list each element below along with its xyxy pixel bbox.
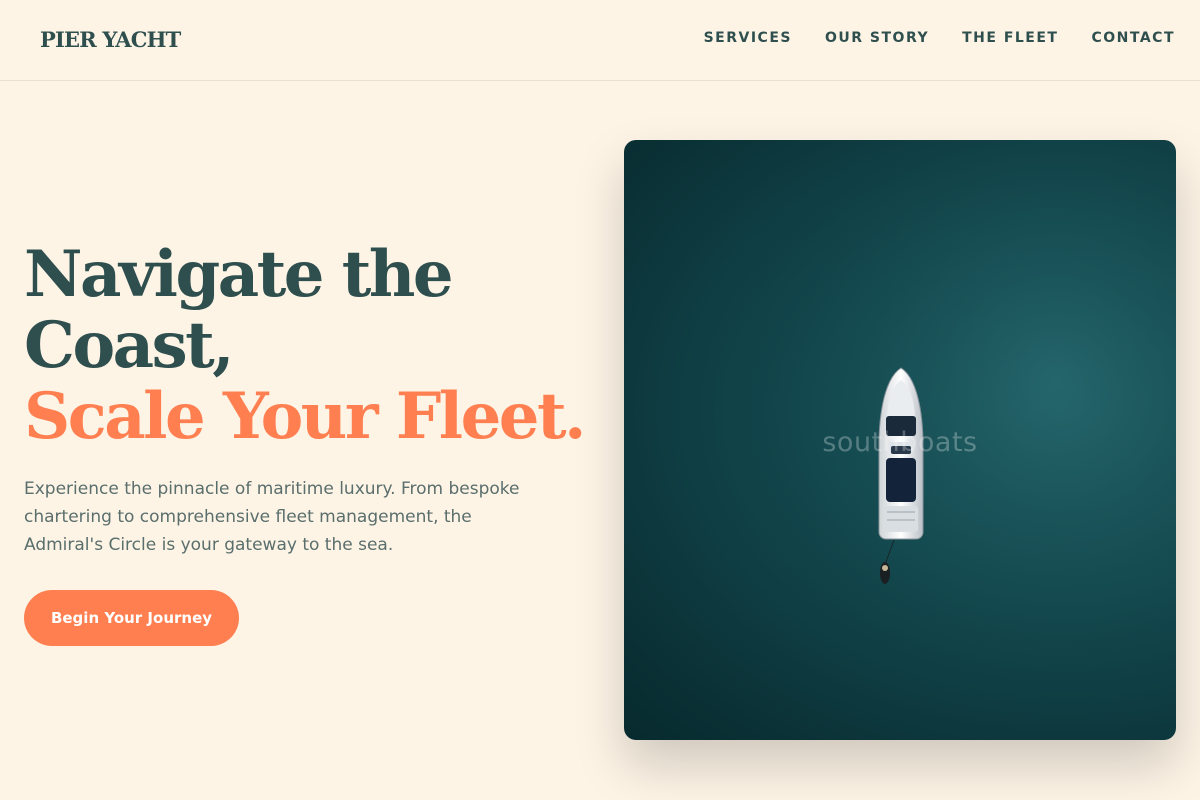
image-watermark: southboats xyxy=(822,427,978,458)
begin-journey-button[interactable]: Begin Your Journey xyxy=(24,590,239,646)
hero-description: Experience the pinnacle of maritime luxu… xyxy=(24,479,520,555)
nav-link-contact[interactable]: CONTACT xyxy=(1091,30,1175,46)
brand-logo[interactable]: PIER YACHT xyxy=(40,27,181,52)
headline-line-1: Navigate the xyxy=(24,237,454,312)
nav-link-services[interactable]: SERVICES xyxy=(704,30,792,46)
headline-accent: Scale Your Fleet. xyxy=(24,379,586,454)
hero-headline: Navigate the Coast, Scale Your Fleet. xyxy=(24,237,586,454)
headline-line-2: Coast, xyxy=(24,308,234,383)
navbar: PIER YACHT SERVICES OUR STORY THE FLEET … xyxy=(0,0,1200,81)
nav-links: SERVICES OUR STORY THE FLEET CONTACT xyxy=(704,30,1175,46)
nav-link-the-fleet[interactable]: THE FLEET xyxy=(962,30,1058,46)
yacht-aerial-image: southboats xyxy=(624,140,1176,740)
nav-link-our-story[interactable]: OUR STORY xyxy=(825,30,929,46)
